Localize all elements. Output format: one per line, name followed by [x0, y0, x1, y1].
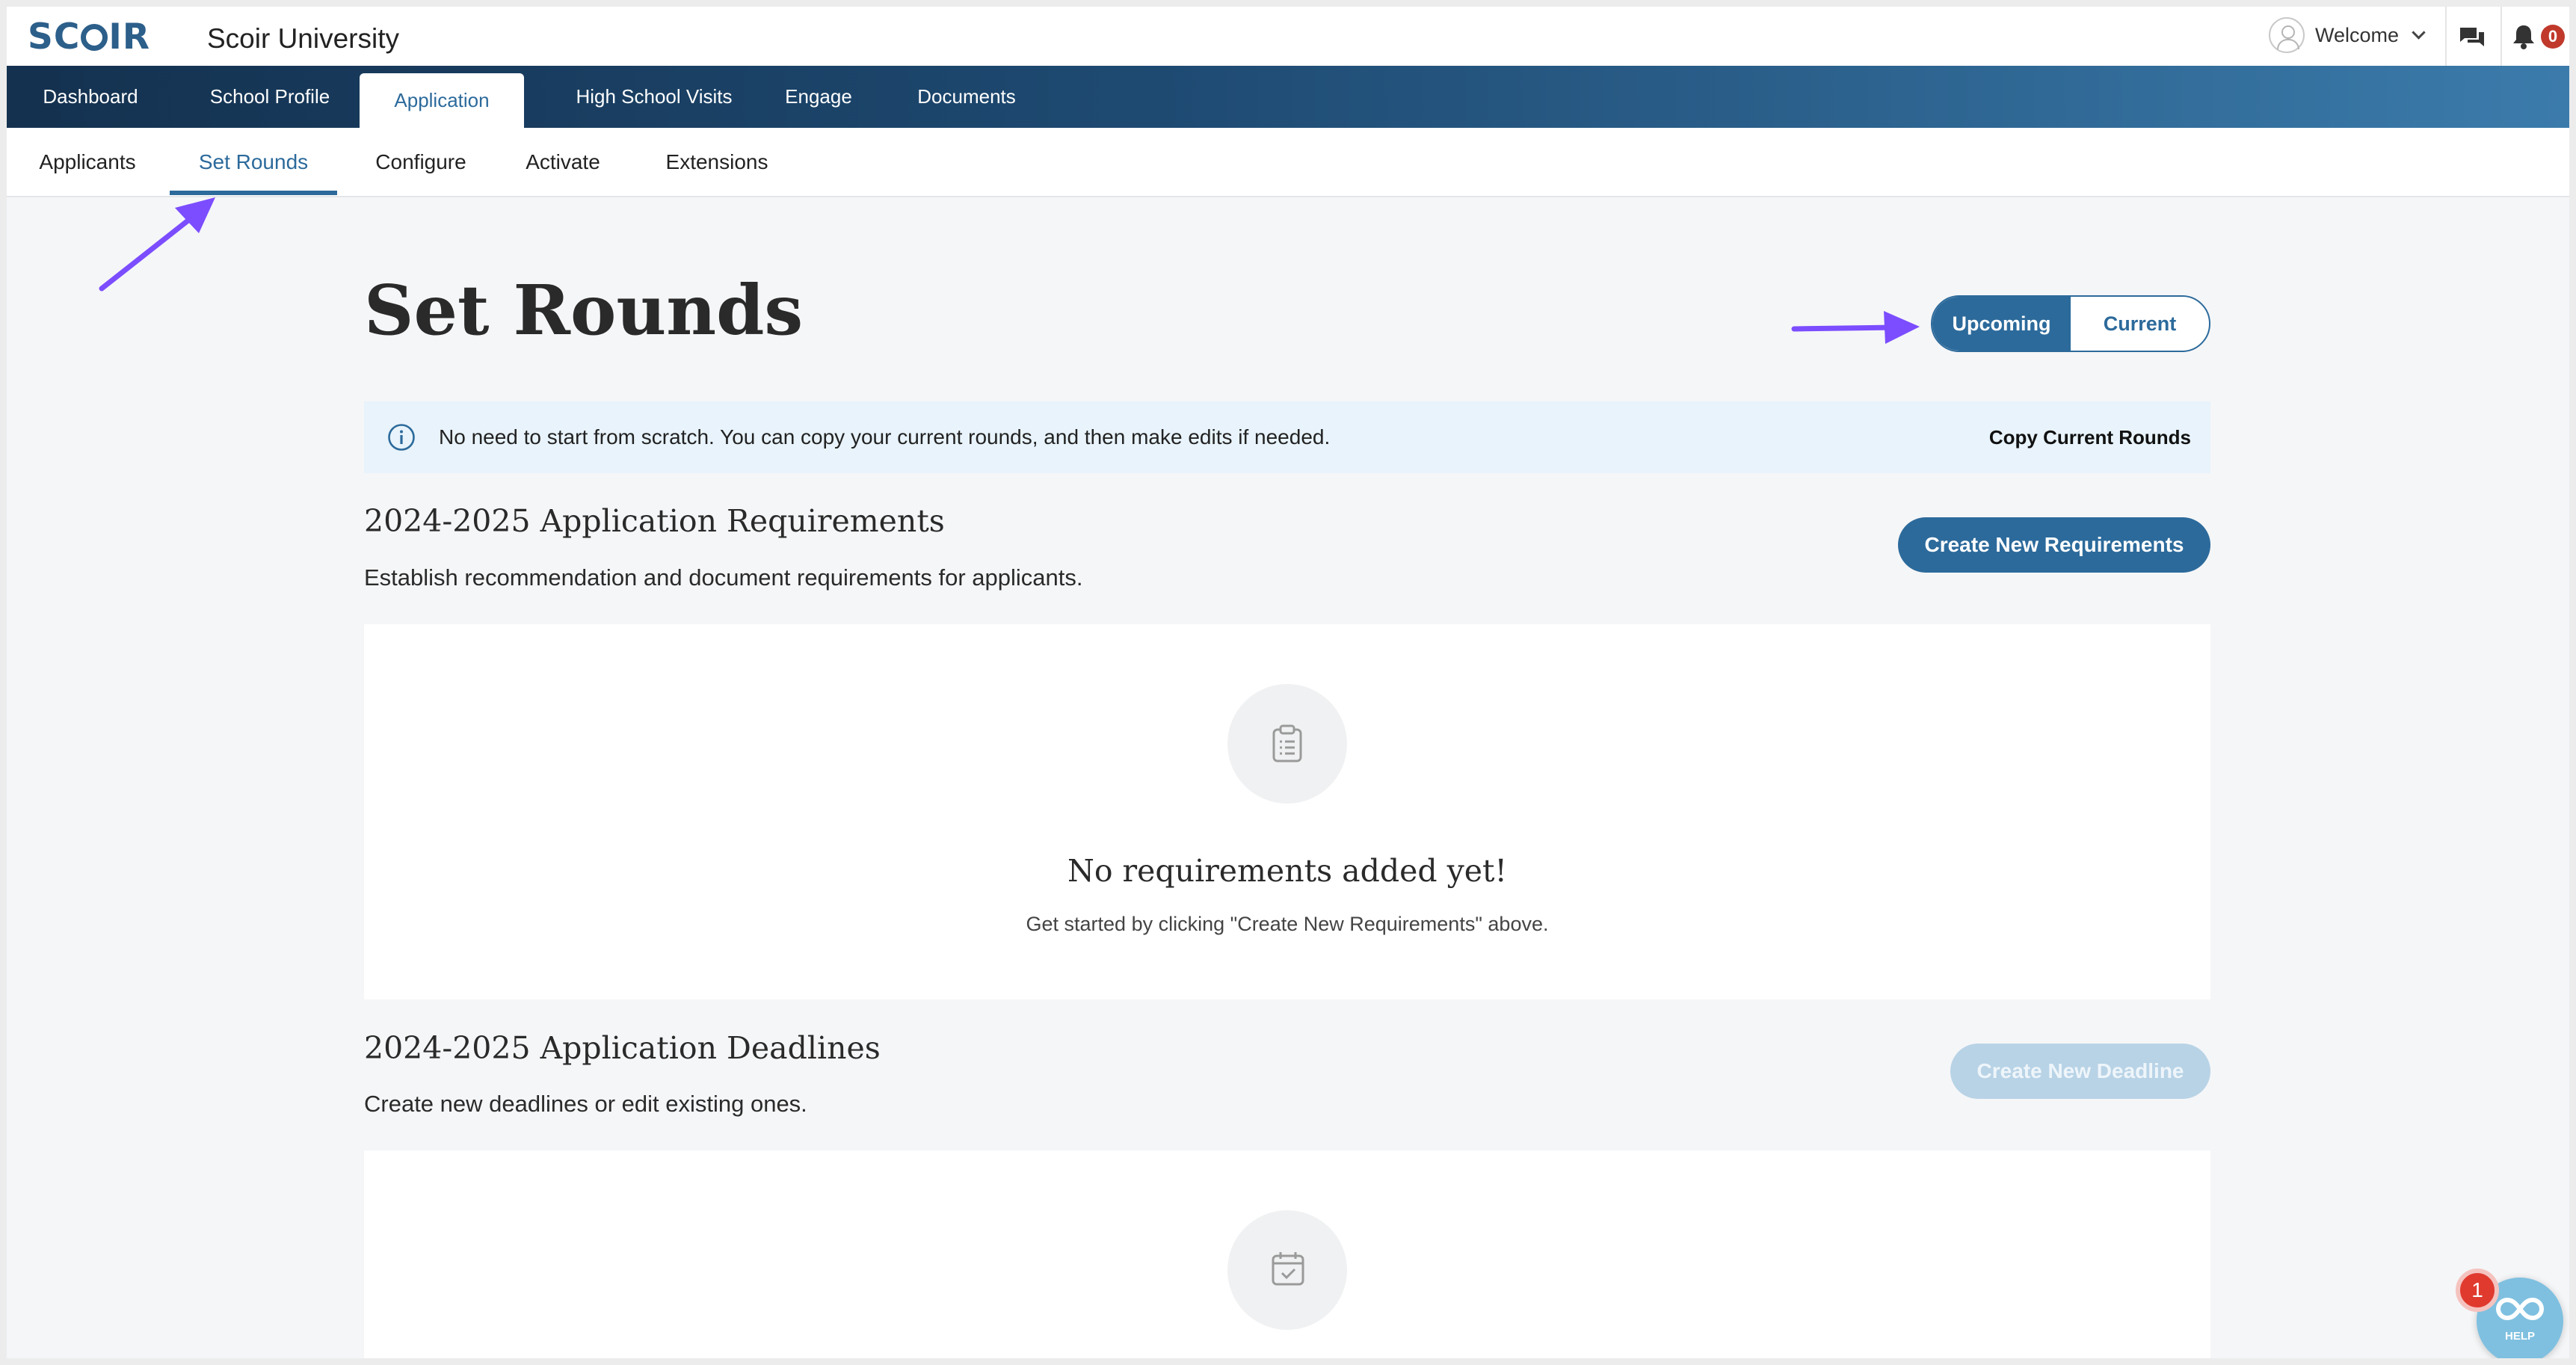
nav-application[interactable]: Application	[360, 73, 524, 128]
create-new-requirements-button[interactable]: Create New Requirements	[1898, 517, 2210, 573]
tab-set-rounds[interactable]: Set Rounds	[170, 128, 337, 196]
empty-state-icon-bg	[1227, 1210, 1347, 1330]
empty-state-title: No requirements added yet!	[1067, 853, 1508, 889]
divider	[2445, 7, 2447, 66]
requirements-empty-card: No requirements added yet! Get started b…	[364, 624, 2210, 999]
bell-icon[interactable]	[2511, 23, 2536, 50]
nav-engage[interactable]: Engage	[768, 66, 869, 128]
nav-dashboard[interactable]: Dashboard	[26, 66, 155, 128]
calendar-check-icon	[1272, 1252, 1304, 1286]
empty-state-icon-bg	[1227, 684, 1347, 804]
sub-nav: Applicants Set Rounds Configure Activate…	[7, 128, 2569, 197]
requirements-description: Establish recommendation and document re…	[364, 564, 1083, 591]
deadlines-description: Create new deadlines or edit existing on…	[364, 1091, 807, 1117]
tab-activate[interactable]: Activate	[508, 128, 618, 196]
infinity-icon	[2496, 1297, 2544, 1321]
top-bar: SC IR Scoir University Welcome 0	[7, 7, 2569, 66]
page-title: Set Rounds	[364, 270, 804, 351]
university-name: Scoir University	[207, 23, 399, 54]
main-nav: Dashboard School Profile Application Hig…	[7, 66, 2569, 128]
info-banner-text: No need to start from scratch. You can c…	[439, 425, 1331, 449]
create-new-deadline-button[interactable]: Create New Deadline	[1950, 1044, 2210, 1099]
logo-text-suffix: IR	[108, 16, 151, 58]
empty-state-description: Get started by clicking "Create New Requ…	[1026, 913, 1549, 935]
requirements-title: 2024-2025 Application Requirements	[364, 503, 945, 539]
active-tab-indicator	[170, 191, 337, 195]
nav-high-school-visits[interactable]: High School Visits	[545, 66, 763, 128]
chat-icon[interactable]	[2459, 26, 2486, 49]
welcome-menu[interactable]: Welcome	[2269, 14, 2426, 56]
deadlines-title: 2024-2025 Application Deadlines	[364, 1030, 881, 1066]
welcome-label: Welcome	[2315, 23, 2400, 46]
app-window: SC IR Scoir University Welcome 0 Dashboar…	[7, 7, 2569, 1358]
logo-o-mark	[81, 24, 108, 51]
copy-current-rounds-link[interactable]: Copy Current Rounds	[1989, 401, 2191, 473]
nav-school-profile[interactable]: School Profile	[191, 66, 349, 128]
nav-documents[interactable]: Documents	[896, 66, 1037, 128]
divider	[2500, 7, 2502, 66]
help-label: HELP	[2504, 1330, 2535, 1343]
notification-badge: 0	[2541, 25, 2565, 49]
info-banner: No need to start from scratch. You can c…	[364, 401, 2210, 473]
round-period-toggle: Upcoming Current	[1931, 295, 2210, 352]
clipboard-icon	[1272, 724, 1302, 762]
toggle-upcoming[interactable]: Upcoming	[1932, 297, 2071, 351]
help-badge: 1	[2456, 1269, 2499, 1312]
avatar	[2269, 17, 2305, 53]
logo-text-prefix: SC	[28, 16, 81, 58]
tab-configure[interactable]: Configure	[358, 128, 484, 196]
tab-extensions[interactable]: Extensions	[647, 128, 787, 196]
tab-applicants[interactable]: Applicants	[20, 128, 155, 196]
deadlines-empty-card	[364, 1150, 2210, 1358]
toggle-current[interactable]: Current	[2071, 297, 2209, 351]
info-icon	[388, 424, 415, 451]
scoir-logo[interactable]: SC IR	[28, 16, 150, 58]
chevron-down-icon	[2412, 25, 2426, 40]
